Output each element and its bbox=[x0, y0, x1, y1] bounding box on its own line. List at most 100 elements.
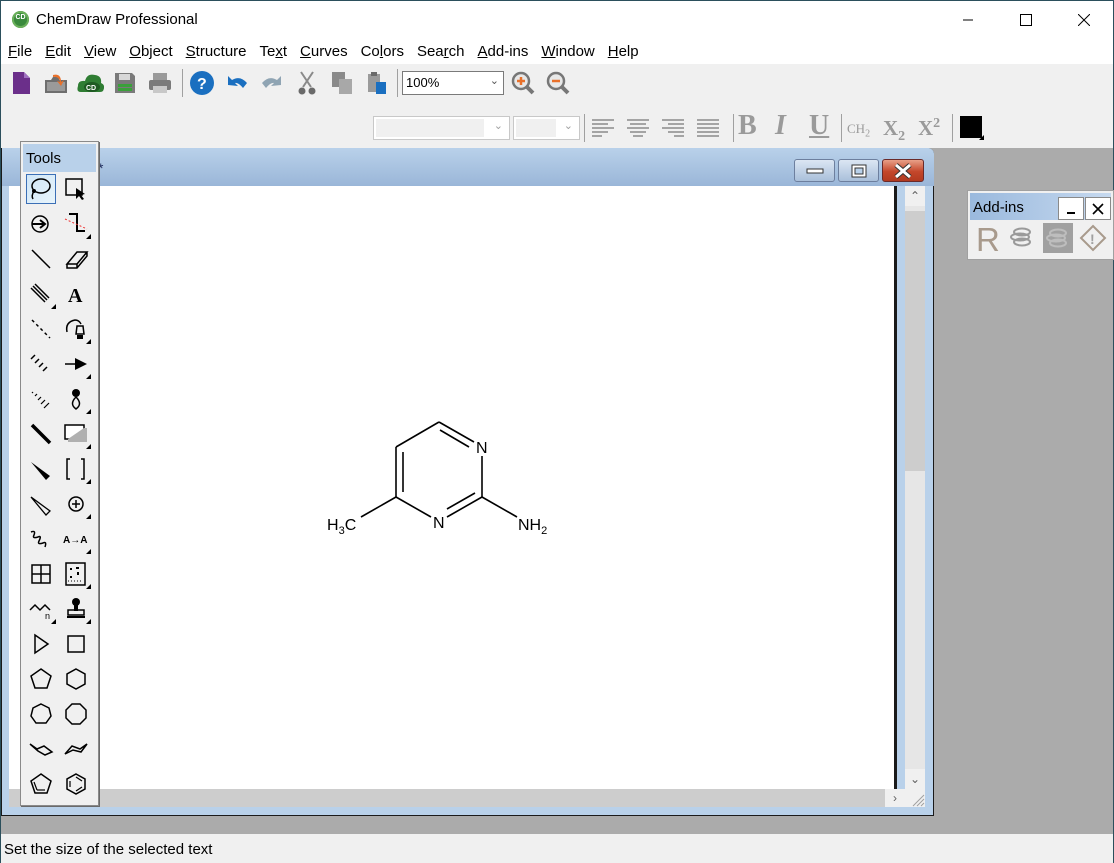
tool-text[interactable]: A bbox=[61, 279, 91, 309]
bond-c6-n1-double[interactable] bbox=[439, 429, 470, 448]
scroll-down-arrow-icon[interactable]: ⌄ bbox=[905, 769, 925, 789]
vertical-scroll-thumb[interactable] bbox=[905, 211, 925, 471]
window-close-button[interactable] bbox=[1055, 1, 1113, 39]
tool-cyclopentadiene[interactable] bbox=[26, 769, 56, 799]
window-maximize-button[interactable] bbox=[997, 1, 1055, 39]
tool-cycloheptane[interactable] bbox=[26, 699, 56, 729]
window-minimize-button[interactable] bbox=[939, 1, 997, 39]
bond-c2-amine[interactable] bbox=[481, 496, 518, 518]
hazard-warning-button[interactable]: ! bbox=[1079, 224, 1107, 255]
new-document-button[interactable] bbox=[7, 69, 35, 97]
addins-close-button[interactable] bbox=[1085, 197, 1111, 220]
tool-table[interactable] bbox=[26, 559, 56, 589]
save-button[interactable] bbox=[111, 69, 139, 97]
tool-drawing-elements[interactable] bbox=[61, 419, 91, 449]
menu-curves[interactable]: Curves bbox=[300, 43, 348, 60]
tool-templates[interactable] bbox=[61, 594, 91, 624]
tool-hashed-wedge-bond[interactable] bbox=[26, 384, 56, 414]
tool-dashed-bond[interactable] bbox=[26, 314, 56, 344]
menu-object[interactable]: Object bbox=[129, 43, 172, 60]
tool-cyclooctane[interactable] bbox=[61, 699, 91, 729]
document-close-button[interactable] bbox=[882, 159, 924, 182]
tool-eraser[interactable] bbox=[61, 244, 91, 274]
menu-view[interactable]: View bbox=[84, 43, 116, 60]
bond-c4-methyl[interactable] bbox=[360, 496, 397, 518]
document-minimize-button[interactable] bbox=[794, 159, 835, 182]
open-button[interactable] bbox=[42, 69, 70, 97]
tool-cyclopropane[interactable] bbox=[26, 629, 56, 659]
tool-cyclopentane[interactable] bbox=[26, 664, 56, 694]
tool-hollow-wedge-bond[interactable] bbox=[26, 489, 56, 519]
tool-benzene[interactable] bbox=[61, 769, 91, 799]
menu-colors[interactable]: Colors bbox=[361, 43, 404, 60]
tool-bold-bond[interactable] bbox=[26, 419, 56, 449]
r-group-button[interactable]: R bbox=[976, 221, 1000, 259]
atom-n1-label[interactable]: N bbox=[476, 440, 488, 457]
copy-button[interactable] bbox=[328, 69, 356, 97]
tool-cyclohexane[interactable] bbox=[61, 664, 91, 694]
bond-c2-n3-double[interactable] bbox=[446, 492, 476, 510]
redo-button[interactable] bbox=[258, 69, 286, 97]
text-color-button[interactable] bbox=[960, 116, 984, 140]
font-family-dropdown[interactable]: ⌄ bbox=[373, 116, 510, 140]
addin-2-button[interactable] bbox=[1008, 226, 1036, 251]
tool-pen[interactable] bbox=[61, 314, 91, 344]
resize-grip[interactable] bbox=[905, 789, 925, 807]
formula-button[interactable]: CH2 bbox=[847, 121, 870, 140]
vertical-scrollbar[interactable]: ⌃ ⌄ bbox=[905, 186, 925, 789]
subscript-button[interactable]: X2 bbox=[883, 116, 905, 145]
bond-c2-n3[interactable] bbox=[446, 496, 483, 518]
tool-query-tool[interactable]: A→A bbox=[61, 524, 91, 554]
tools-palette-title[interactable]: Tools bbox=[23, 144, 96, 172]
tool-wedge-bond[interactable] bbox=[26, 454, 56, 484]
horizontal-scrollbar[interactable]: › bbox=[9, 789, 905, 807]
zoom-in-button[interactable] bbox=[509, 69, 537, 97]
atom-n3-label[interactable]: N bbox=[433, 515, 445, 532]
font-size-dropdown[interactable]: ⌄ bbox=[513, 116, 580, 140]
undo-button[interactable] bbox=[223, 69, 251, 97]
italic-button[interactable]: I bbox=[775, 110, 786, 142]
tool-mass-fragmentation[interactable] bbox=[61, 209, 91, 239]
tool-lasso[interactable] bbox=[26, 174, 56, 204]
cut-button[interactable] bbox=[293, 69, 321, 97]
drawing-canvas[interactable]: N N H3C NH2 bbox=[9, 186, 897, 789]
molecule-structure[interactable]: N N H3C NH2 bbox=[9, 186, 897, 789]
tool-marquee[interactable] bbox=[61, 174, 91, 204]
tool-chemical-symbols[interactable] bbox=[61, 489, 91, 519]
tool-brackets[interactable] bbox=[61, 454, 91, 484]
menu-help[interactable]: Help bbox=[608, 43, 639, 60]
tool-acyclic-chain[interactable]: n bbox=[26, 594, 56, 624]
help-button[interactable]: ? bbox=[188, 69, 216, 97]
menu-edit[interactable]: Edit bbox=[45, 43, 71, 60]
align-right-button[interactable] bbox=[659, 114, 687, 142]
tool-cyclohexane-chair-2[interactable] bbox=[61, 734, 91, 764]
bond-n3-c4[interactable] bbox=[395, 496, 432, 518]
tool-wavy-bond[interactable] bbox=[26, 524, 56, 554]
addins-palette-title[interactable]: Add-ins bbox=[970, 193, 1111, 220]
print-button[interactable] bbox=[146, 69, 174, 97]
scroll-right-arrow-icon[interactable]: › bbox=[885, 789, 905, 807]
tool-multiple-bonds[interactable] bbox=[26, 279, 56, 309]
menu-file[interactable]: File bbox=[8, 43, 32, 60]
align-center-button[interactable] bbox=[624, 114, 652, 142]
bond-c5-c6[interactable] bbox=[395, 421, 440, 448]
tool-orbital[interactable] bbox=[61, 384, 91, 414]
underline-button[interactable]: U bbox=[809, 110, 829, 142]
menu-addins[interactable]: Add-ins bbox=[478, 43, 529, 60]
tool-cyclobutane[interactable] bbox=[61, 629, 91, 659]
scroll-up-arrow-icon[interactable]: ⌃ bbox=[905, 186, 925, 206]
justify-button[interactable] bbox=[694, 114, 722, 142]
tool-tlc-plate[interactable] bbox=[61, 559, 91, 589]
methyl-label[interactable]: H3C bbox=[327, 517, 356, 537]
zoom-out-button[interactable] bbox=[544, 69, 572, 97]
tool-cyclohexane-chair-1[interactable] bbox=[26, 734, 56, 764]
zoom-level-dropdown[interactable]: 100% ⌄ bbox=[402, 71, 504, 95]
tool-structure-perspective[interactable] bbox=[26, 209, 56, 239]
addin-3-button[interactable] bbox=[1043, 223, 1073, 253]
superscript-button[interactable]: X2 bbox=[918, 116, 940, 141]
tool-arrow[interactable] bbox=[61, 349, 91, 379]
bold-button[interactable]: B bbox=[738, 110, 757, 142]
open-cloud-button[interactable]: CD bbox=[76, 69, 104, 97]
menu-search[interactable]: Search bbox=[417, 43, 465, 60]
addins-minimize-button[interactable] bbox=[1058, 197, 1084, 220]
